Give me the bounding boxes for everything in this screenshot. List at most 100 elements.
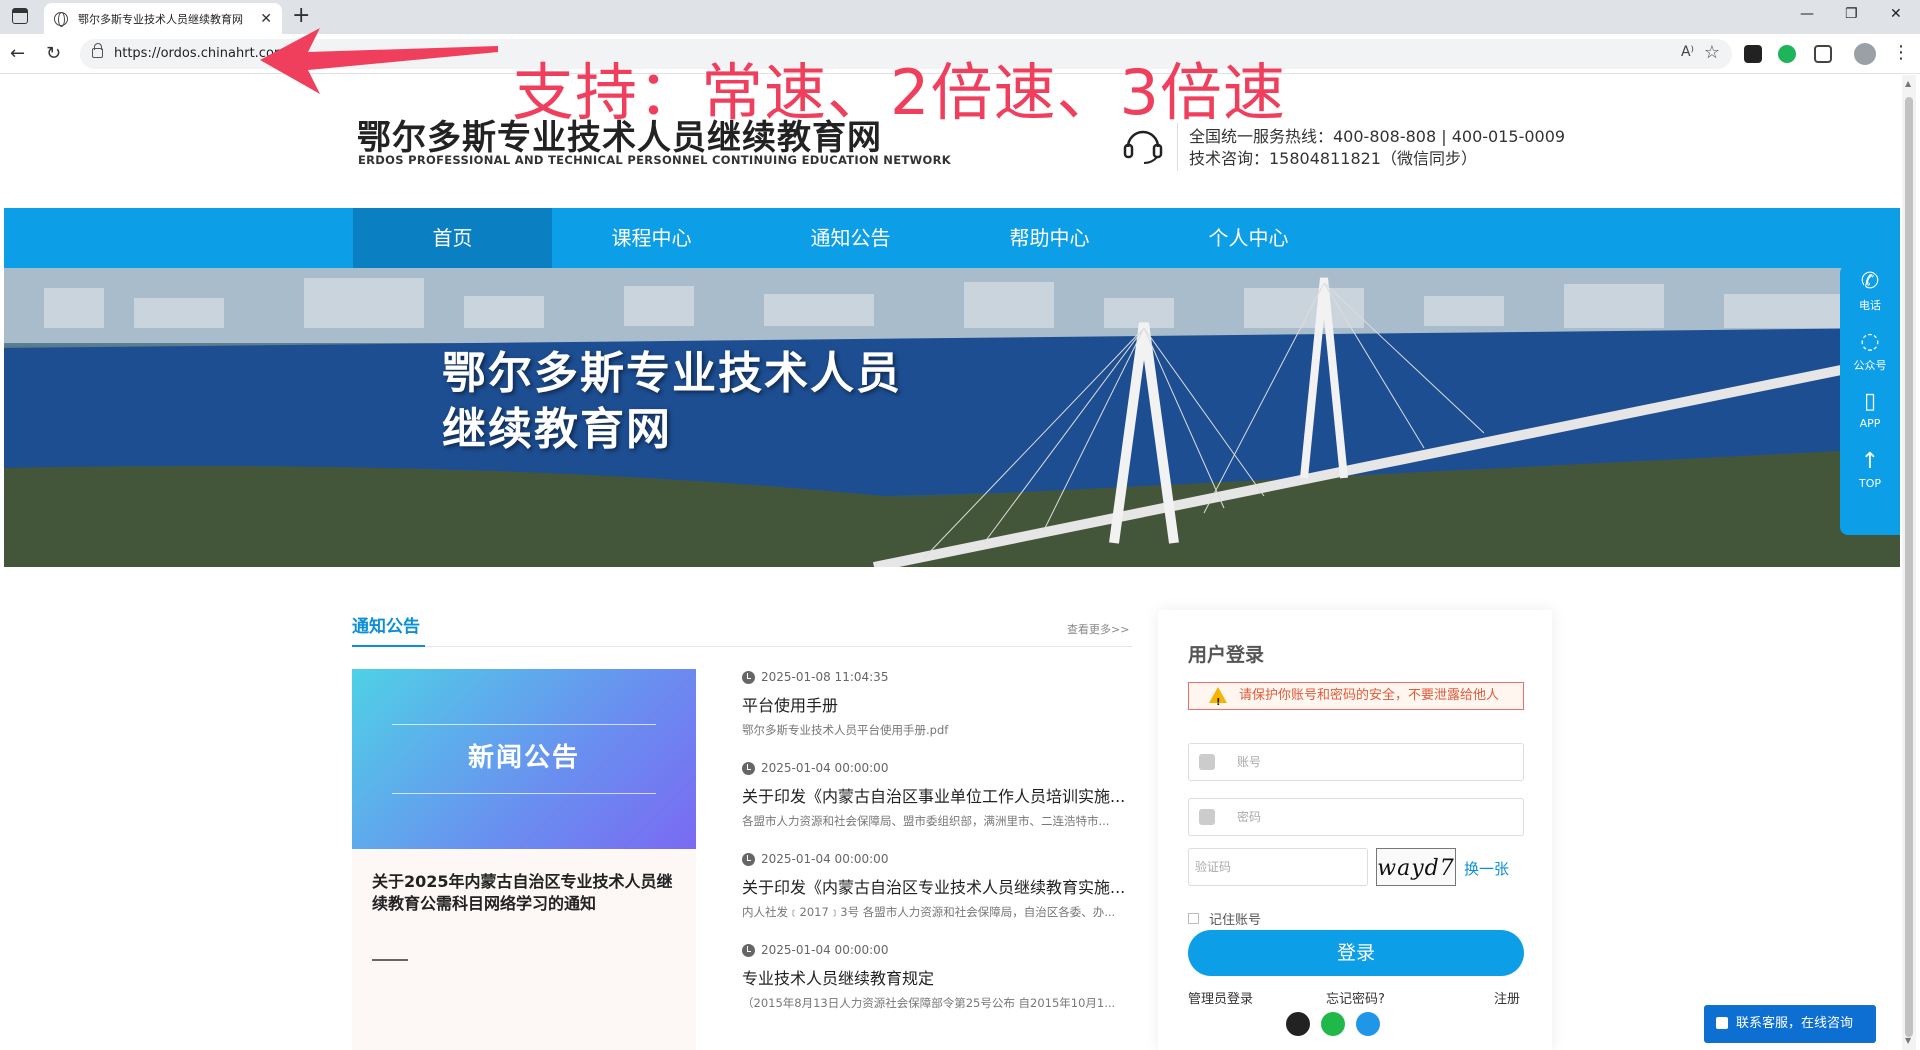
register-link[interactable]: 注册 [1494,988,1520,1007]
nav-item-home[interactable]: 首页 [353,208,552,268]
banner-line-2: 继续教育网 [442,404,672,455]
user-icon [1199,754,1215,770]
news-title[interactable]: 关于印发《内蒙古自治区专业技术人员继续教育实施... [742,874,1132,898]
nav-item-notices[interactable]: 通知公告 [751,208,950,268]
account-input[interactable] [1237,752,1507,772]
reload-button[interactable]: ↻ [46,43,61,64]
clock-icon [742,943,755,957]
side-toolbar: ✆ 电话 ◌ 公众号 ▯ APP ↑ TOP [1840,265,1900,535]
arrow-up-icon: ↑ [1860,449,1880,474]
news-title[interactable]: 平台使用手册 [742,692,1132,716]
lock-icon[interactable] [92,43,103,58]
password-input[interactable] [1237,807,1507,827]
banner-title: 鄂尔多斯专业技术人员 继续教育网 [442,346,902,458]
extensions-puzzle-icon[interactable] [1814,45,1832,63]
site-subtitle: ERDOS PROFESSIONAL AND TECHNICAL PERSONN… [358,153,951,167]
mobile-icon: ▯ [1863,389,1877,414]
news-title[interactable]: 专业技术人员继续教育规定 [742,965,1132,989]
scroll-thumb[interactable] [1905,97,1913,1037]
chat-icon [1716,1017,1728,1029]
minimize-button[interactable]: — [1800,6,1814,22]
favorite-star-icon[interactable]: ☆ [1704,42,1720,63]
captcha-image[interactable]: wayd7 [1376,848,1456,886]
forgot-password-link[interactable]: 忘记密码? [1326,988,1385,1007]
security-warning: 请保护你账号和密码的安全，不要泄露给他人 [1188,682,1524,716]
side-tool-label: 电话 [1859,299,1881,312]
back-button[interactable]: ← [10,43,25,64]
warning-icon [1209,687,1227,716]
phone-icon: ✆ [1860,269,1880,294]
more-menu-icon[interactable]: ⋮ [1892,42,1910,63]
main-nav: 首页 课程中心 通知公告 帮助中心 个人中心 [4,208,1900,268]
divider [352,646,1132,647]
news-list-item[interactable]: 2025-01-08 11:04:35 平台使用手册 鄂尔多斯专业技术人员平台使… [742,670,1132,738]
login-button[interactable]: 登录 [1188,930,1524,976]
tab-title: 鄂尔多斯专业技术人员继续教育网 [78,12,243,26]
side-tool-app[interactable]: ▯ APP [1840,385,1900,445]
extension-icon[interactable] [1744,45,1762,63]
lock-icon [1199,809,1215,825]
news-title[interactable]: 关于印发《内蒙古自治区事业单位工作人员培训实施... [742,783,1132,807]
sina-icon[interactable] [1356,1012,1380,1036]
news-list-item[interactable]: 2025-01-04 00:00:00 关于印发《内蒙古自治区专业技术人员继续教… [742,852,1132,920]
close-tab-icon[interactable]: ✕ [260,11,272,27]
password-field[interactable] [1188,798,1524,836]
refresh-captcha-link[interactable]: 换一张 [1464,858,1509,879]
heading-underline [352,645,425,647]
news-desc: 各盟市人力资源和社会保障局、盟市委组织部，满洲里市、二连浩特市... [742,814,1110,828]
extension-icon[interactable] [1778,45,1796,63]
news-time: 2025-01-04 00:00:00 [761,943,889,957]
globe-icon [54,11,68,27]
wechat-icon: ◌ [1860,329,1880,354]
scroll-up-icon[interactable]: ▲ [1905,79,1911,88]
close-window-button[interactable]: ✕ [1890,6,1902,22]
news-desc: 内人社发﹝2017﹞3号 各盟市人力资源和社会保障局，自治区各委、办... [742,905,1116,919]
web-page: 鄂尔多斯专业技术人员继续教育网 ERDOS PROFESSIONAL AND T… [0,75,1920,1050]
login-panel: 用户登录 请保护你账号和密码的安全，不要泄露给他人 wayd7 换一张 记住账号… [1158,610,1552,1050]
new-tab-button[interactable]: + [292,3,310,28]
side-tool-wechat[interactable]: ◌ 公众号 [1840,325,1900,385]
remember-checkbox[interactable] [1188,913,1199,924]
scroll-down-icon[interactable]: ▼ [1905,1036,1911,1045]
warning-text: 请保护你账号和密码的安全，不要泄露给他人 [1239,688,1500,703]
nav-item-personal[interactable]: 个人中心 [1149,208,1348,268]
wechat-login-icon[interactable] [1321,1012,1345,1036]
clock-icon [742,761,755,775]
admin-login-link[interactable]: 管理员登录 [1188,988,1253,1007]
featured-news-card[interactable]: 新闻公告 关于2025年内蒙古自治区专业技术人员继续教育公需科目网络学习的通知 [352,669,696,1050]
side-tool-top[interactable]: ↑ TOP [1840,445,1900,505]
contact-support-button[interactable]: 联系客服，在线咨询 [1704,1005,1876,1043]
nav-item-help[interactable]: 帮助中心 [950,208,1149,268]
hero-banner: 鄂尔多斯专业技术人员 继续教育网 [4,268,1900,567]
browser-tab[interactable]: 鄂尔多斯专业技术人员继续教育网 ✕ [44,3,282,34]
page-scrollbar[interactable]: ▲ ▼ [1902,75,1916,1050]
side-tool-phone[interactable]: ✆ 电话 [1840,265,1900,325]
news-desc: （2015年8月13日人力资源社会保障部令第25号公布 自2015年10月1..… [742,996,1116,1010]
remember-label: 记住账号 [1209,913,1262,928]
speed-annotation: 支持：常速、2倍速、3倍速 [512,56,1286,129]
nav-item-courses[interactable]: 课程中心 [552,208,751,268]
news-time: 2025-01-04 00:00:00 [761,852,889,866]
restore-button[interactable]: ❐ [1845,6,1858,22]
account-field[interactable] [1188,743,1524,781]
remember-account[interactable]: 记住账号 [1188,909,1261,928]
view-more-link[interactable]: 查看更多>> [1067,621,1129,637]
notice-heading[interactable]: 通知公告 [352,612,420,637]
captcha-input[interactable] [1195,857,1355,877]
banner-line-1: 鄂尔多斯专业技术人员 [442,348,902,399]
tech-support-line: 技术咨询：15804811821（微信同步） [1189,149,1477,168]
news-desc: 鄂尔多斯专业技术人员平台使用手册.pdf [742,723,949,737]
profile-avatar[interactable] [1854,43,1876,65]
side-tool-label: APP [1859,417,1881,430]
window-menu-icon[interactable] [12,8,28,24]
bridge-illustration [4,268,1900,567]
annotation-arrow [260,28,498,94]
news-list-item[interactable]: 2025-01-04 00:00:00 关于印发《内蒙古自治区事业单位工作人员培… [742,761,1132,829]
read-aloud-icon[interactable]: A⁾ [1681,44,1694,60]
news-list-item[interactable]: 2025-01-04 00:00:00 专业技术人员继续教育规定 （2015年8… [742,943,1132,1011]
captcha-field[interactable] [1188,848,1368,886]
featured-news-title[interactable]: 关于2025年内蒙古自治区专业技术人员继续教育公需科目网络学习的通知 [372,871,682,915]
clock-icon [742,670,755,684]
side-tool-label: 公众号 [1853,359,1887,372]
qq-icon[interactable] [1286,1012,1310,1036]
